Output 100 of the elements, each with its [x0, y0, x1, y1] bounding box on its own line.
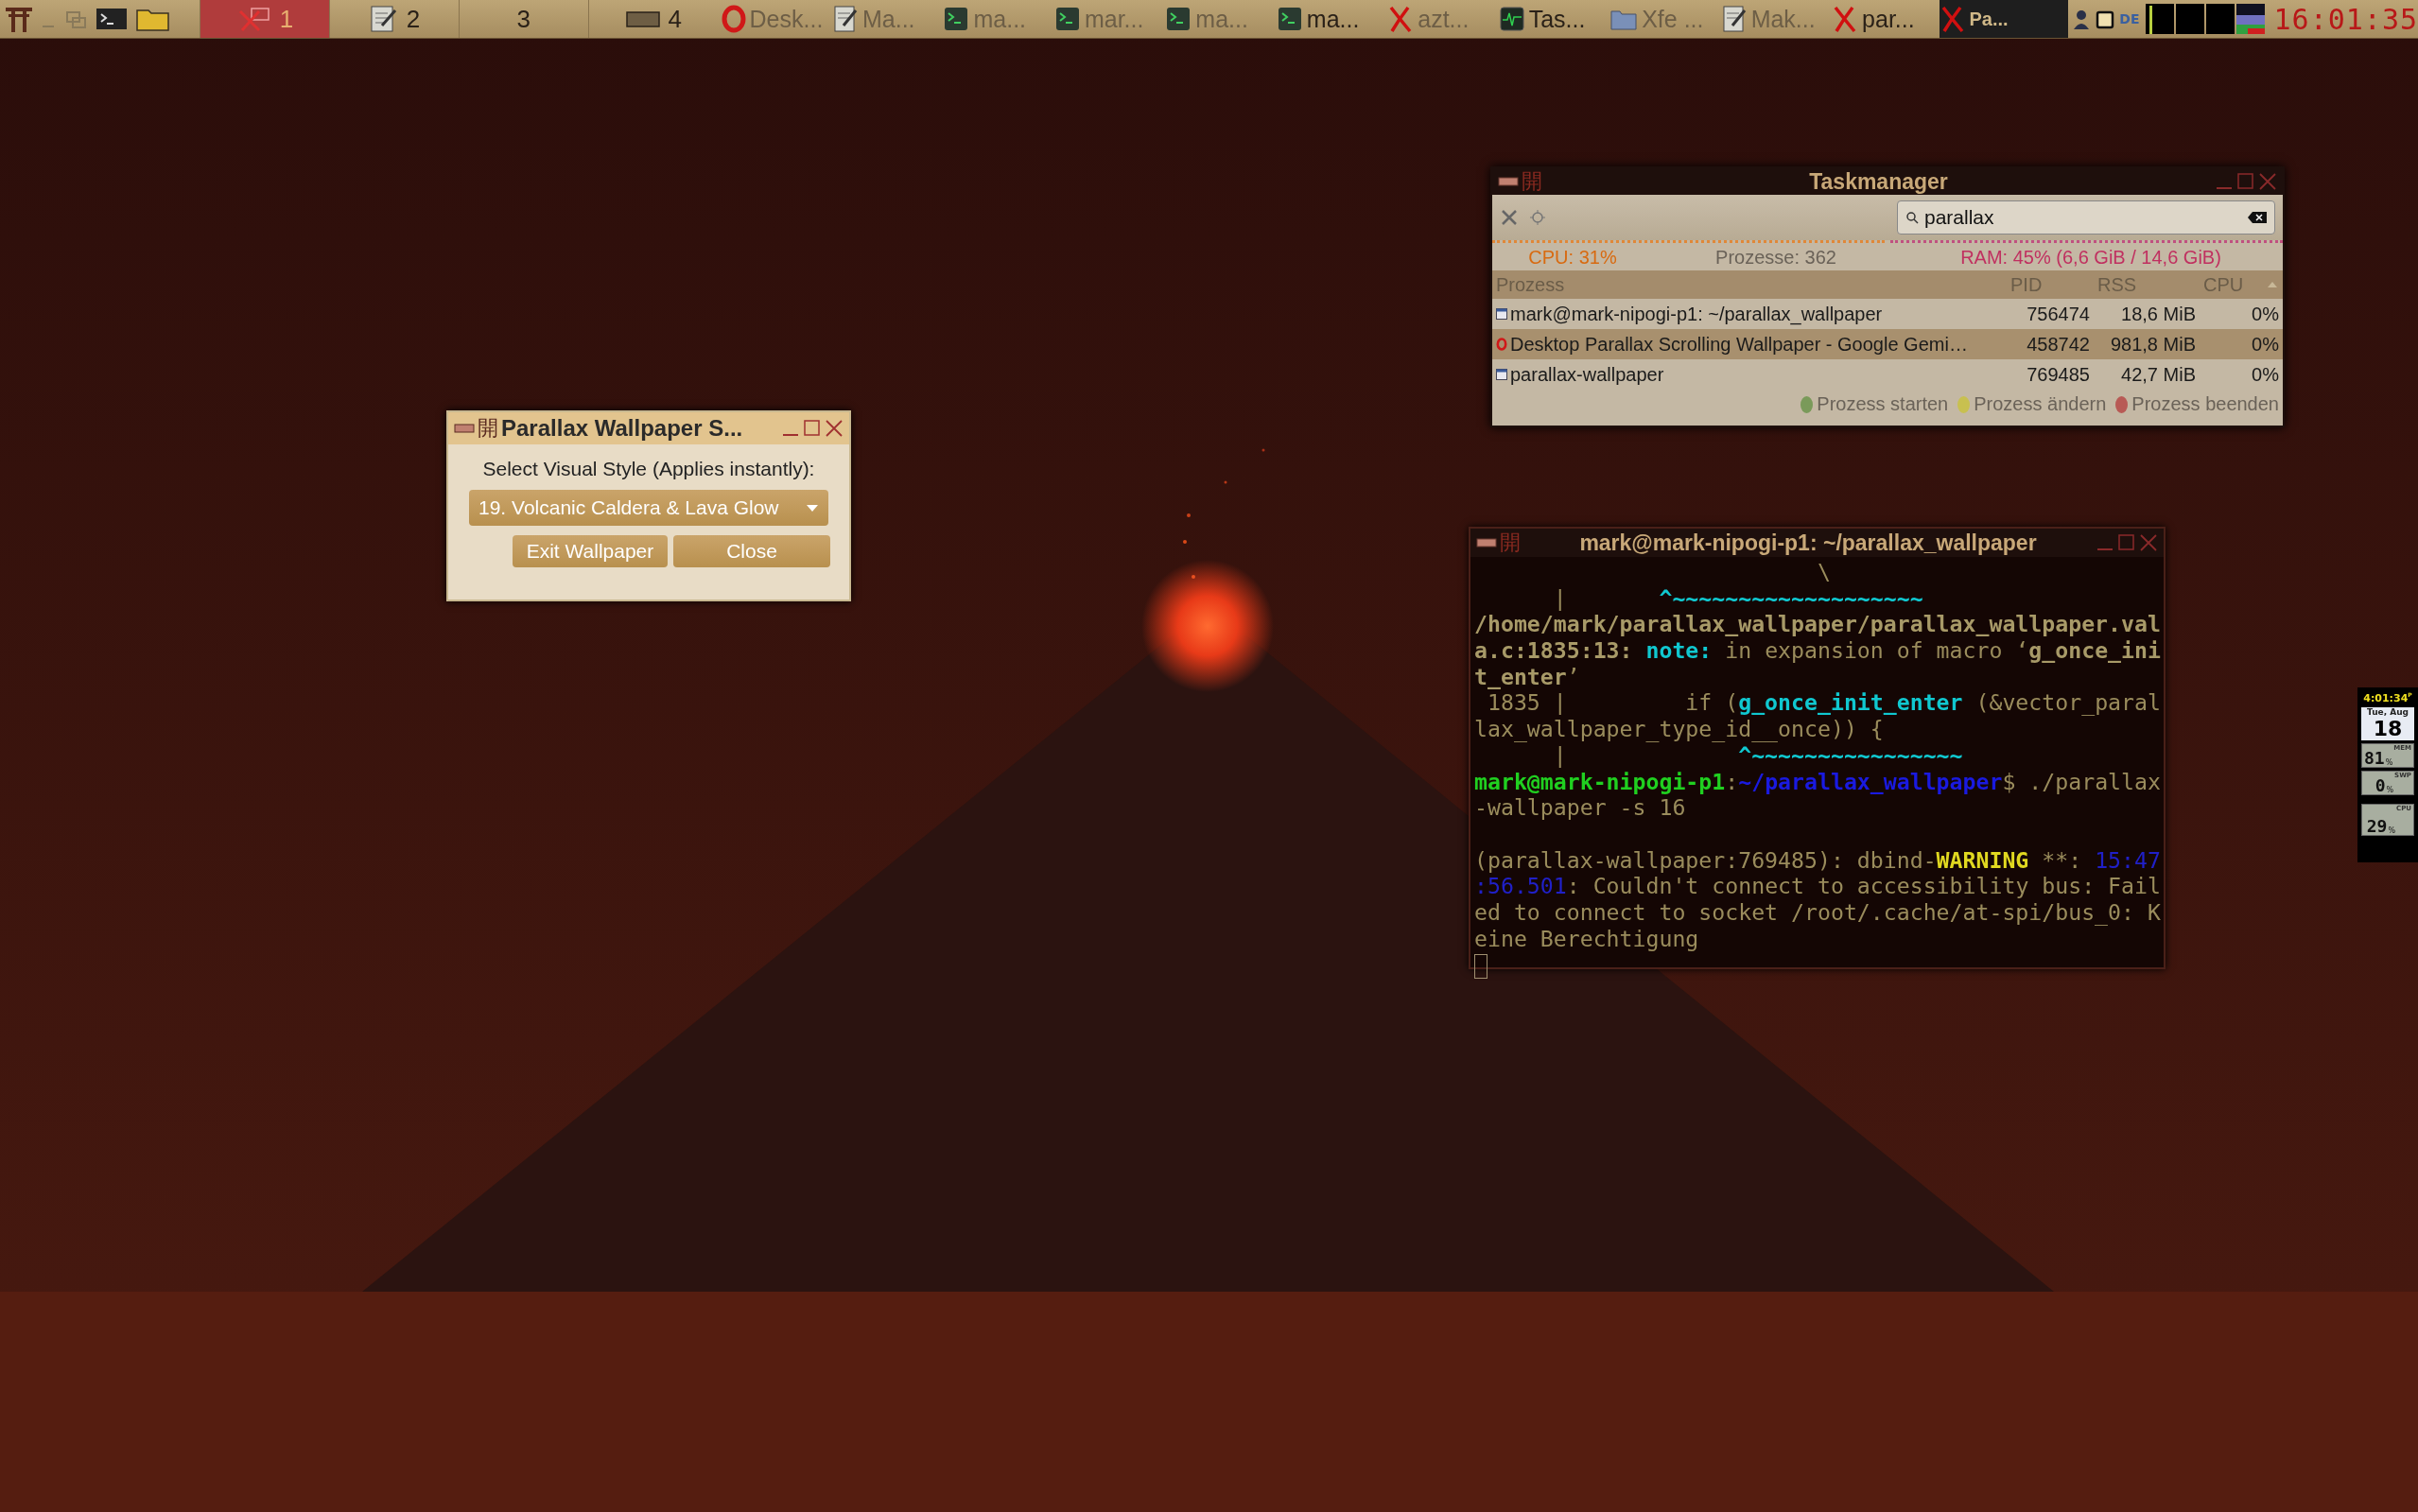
dialog-button[interactable]: Close — [673, 535, 830, 567]
browser-icon — [721, 5, 746, 33]
process-action-button[interactable]: Prozess beenden — [2115, 393, 2279, 415]
terminal-line: mark@mark-nipogi-p1:~/parallax_wallpaper$ ./parallax — [1474, 768, 2160, 795]
task-button[interactable]: Xfe ... — [1606, 0, 1717, 38]
process-row[interactable]: Desktop Parallax Scrolling Wallpaper - Google Gemi… 458742 981,8 MiB 0% — [1492, 329, 2283, 359]
day-number: 18 — [2373, 716, 2403, 740]
task-button[interactable]: mar... — [1050, 0, 1162, 38]
terminal-line: eine Berechtigung — [1474, 925, 1700, 952]
workspace-button[interactable]: 1 — [200, 0, 329, 38]
text-cursor — [1474, 953, 1487, 979]
terminal-line: | ^~~~~~~~~~~~~~~~~ — [1553, 741, 1964, 769]
process-row[interactable]: parallax-wallpaper 769485 42,7 MiB 0% — [1492, 359, 2283, 390]
terminal-icon — [1276, 6, 1303, 32]
meter-unit: % — [2388, 826, 2396, 835]
window-icon — [1496, 308, 1507, 320]
search-field[interactable]: parallax — [1897, 200, 2275, 235]
sort-arrow-icon — [2268, 282, 2277, 287]
column-header[interactable]: RSS — [2090, 273, 2196, 296]
ram-usage: RAM: 45% (6,6 GiB / 14,6 GiB) — [1959, 246, 2222, 269]
table-cell-text: 458742 — [2026, 333, 2090, 356]
table-cell-text: 0% — [2251, 333, 2279, 356]
task-button[interactable]: par... — [1828, 0, 1940, 38]
table-cell: Desktop Parallax Scrolling Wallpaper - Google Gemi… — [1496, 333, 2003, 356]
gate-icon[interactable] — [4, 5, 34, 33]
window-menu-glyph[interactable]: 開 — [1500, 532, 1521, 553]
process-action-button[interactable]: Prozess ändern — [1957, 393, 2107, 415]
style-dropdown[interactable]: 19. Volcanic Caldera & Lava Glow — [469, 490, 828, 526]
column-header[interactable]: CPU — [2196, 273, 2279, 296]
terminal-line: -wallpaper -s 16 — [1474, 794, 1687, 821]
maximize-icon[interactable] — [803, 418, 822, 439]
terminal-icon — [1165, 6, 1192, 32]
table-cell: mark@mark-nipogi-p1: ~/parallax_wallpaper — [1496, 303, 2003, 325]
task-button[interactable]: Tas... — [1494, 0, 1607, 38]
window-icon — [1496, 369, 1507, 380]
keyboard-layout[interactable]: DE — [2119, 11, 2140, 26]
meter-unit: % — [2385, 757, 2393, 767]
table-cell-text: 756474 — [2026, 303, 2090, 325]
crosshair-icon[interactable] — [1530, 210, 1545, 225]
workspace-button[interactable]: 2 — [329, 0, 459, 38]
task-button[interactable]: ma... — [939, 0, 1051, 38]
column-header[interactable]: Prozess — [1496, 273, 2003, 296]
table-cell-text: 18,6 MiB — [2120, 303, 2196, 325]
window-menu-glyph[interactable]: 開 — [1522, 171, 1542, 192]
terminal-line: /home/mark/parallax_wallpaper/parallax_wallpaper.val — [1474, 611, 2160, 638]
meter-value: 29 — [2365, 817, 2388, 835]
table-cell-text: 0% — [2251, 303, 2279, 325]
terminal-line: ed to connect to socket /root/.cache/at-spi/bus_0: K — [1474, 898, 2160, 926]
terminal-line: (parallax-wallpaper:769485): dbind-WARNING **: 15:47 — [1474, 846, 2160, 874]
window-title: Taskmanager — [1808, 168, 1949, 195]
meter-value: 81 — [2364, 749, 2385, 767]
meter-value: 0 — [2374, 776, 2386, 794]
task-button[interactable]: Ma... — [828, 0, 940, 38]
window-title: Parallax Wallpaper S... — [501, 415, 744, 442]
task-button[interactable]: Desk... — [717, 0, 828, 38]
process-row[interactable]: mark@mark-nipogi-p1: ~/parallax_wallpaper 756474 18,6 MiB 0% — [1492, 299, 2283, 329]
terminal-line: 1835 | if (g_once_init_enter (&vector_paral — [1486, 689, 2160, 717]
task-button[interactable]: ma... — [1161, 0, 1273, 38]
search-icon — [1905, 211, 1919, 224]
prompt-label: Select Visual Style (Applies instantly): — [482, 458, 815, 480]
process-count: Prozesse: 362 — [1714, 246, 1837, 269]
terminal-line: t_enter’ — [1474, 663, 1581, 690]
cpu-usage: CPU: 31% — [1527, 246, 1618, 269]
dialog-button[interactable]: Exit Wallpaper — [513, 535, 668, 567]
dropdown-caret-icon — [806, 503, 819, 513]
terminal-line: | ^~~~~~~~~~~~~~~~~~~~ — [1552, 584, 1924, 612]
browser-icon — [1496, 338, 1507, 351]
terminal-line: a.c:1835:13: note: in expansion of macro ‘g_once_ini — [1474, 637, 2160, 664]
clear-icon[interactable] — [2248, 212, 2267, 223]
widget-clock: 4:01:34$^{P}$ — [2363, 691, 2412, 704]
pulse-monitor-icon — [1498, 6, 1525, 32]
workspace-button[interactable]: 3 — [458, 0, 588, 38]
date-label: Tue, Aug — [2367, 706, 2409, 717]
task-button[interactable]: ma... — [1272, 0, 1384, 38]
table-cell-text: 42,7 MiB — [2120, 363, 2196, 386]
process-action-button[interactable]: Prozess starten — [1800, 393, 1949, 415]
task-button[interactable]: Pa... — [1939, 0, 2069, 38]
column-header[interactable]: PID — [2003, 273, 2090, 296]
close-icon[interactable] — [2258, 171, 2277, 192]
window-title: mark@mark-nipogi-p1: ~/parallax_wallpaper — [1578, 530, 2038, 556]
workspace-button[interactable]: 4 — [587, 0, 718, 38]
terminal-icon — [1053, 6, 1081, 32]
task-button[interactable]: azt... — [1383, 0, 1495, 38]
table-cell-text: 0% — [2251, 363, 2279, 386]
system-monitor-icon[interactable] — [2143, 2, 2267, 36]
meter-unit: % — [2386, 785, 2394, 794]
table-cell: parallax-wallpaper — [1496, 363, 2003, 386]
table-cell-text: 769485 — [2026, 363, 2090, 386]
clock[interactable]: 16:01:35 — [2270, 2, 2418, 36]
close-icon[interactable] — [2139, 532, 2158, 553]
terminal-line: lax_wallpaper_type_id__once)) { — [1474, 716, 1885, 742]
terminal-line: :56.501: Couldn't connect to accessibility bus: Fail — [1474, 873, 2160, 899]
terminal-line: \ — [1816, 559, 1832, 585]
close-icon[interactable] — [825, 418, 844, 439]
notepad-icon — [1720, 5, 1748, 33]
task-button[interactable]: Mak... — [1716, 0, 1829, 38]
notepad-icon — [832, 5, 859, 33]
terminal-icon — [943, 6, 970, 32]
table-cell-text: 981,8 MiB — [2109, 333, 2196, 356]
window-menu-glyph[interactable]: 開 — [478, 418, 498, 439]
